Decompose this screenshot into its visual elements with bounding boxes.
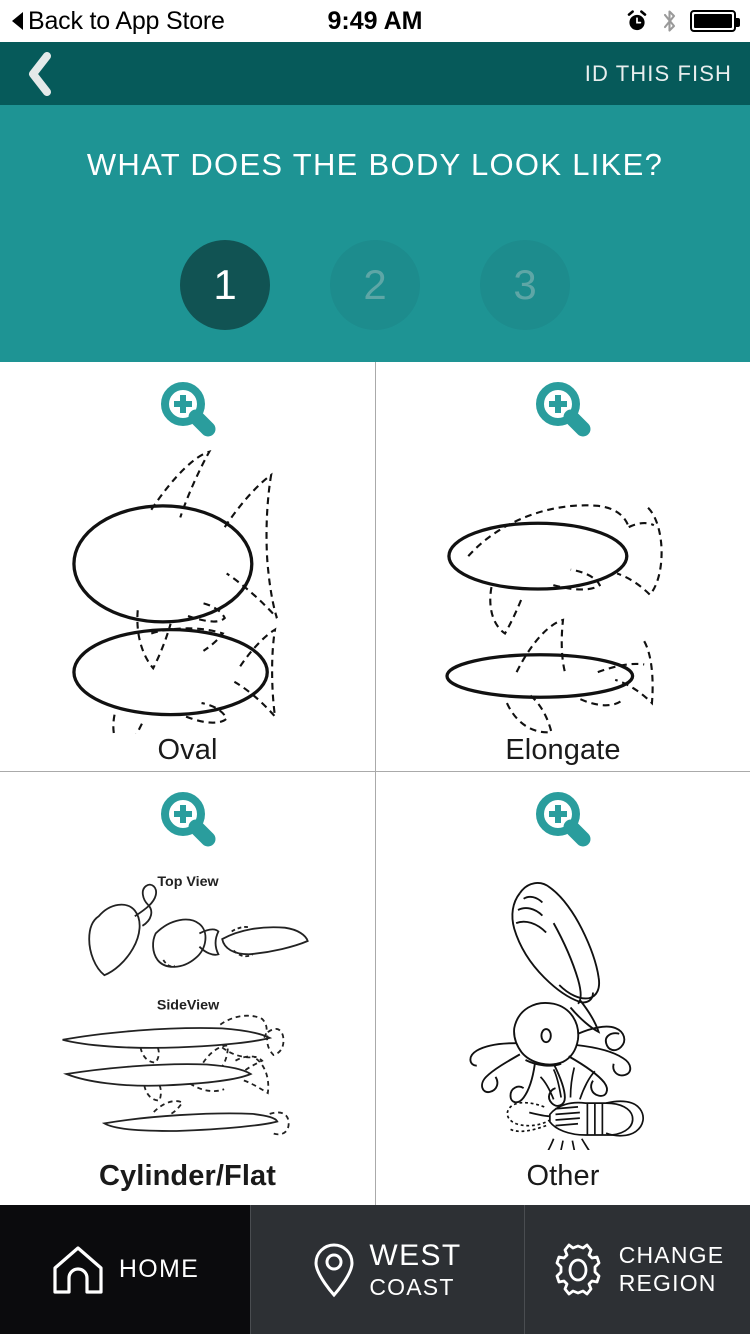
oval-body-illustration: [0, 444, 375, 734]
gear-icon: [555, 1243, 601, 1295]
elongate-body-illustration: [376, 444, 750, 734]
home-icon: [53, 1245, 103, 1294]
tab-bar: HOME WEST COAST CHANGE REGION: [0, 1205, 750, 1334]
tab-home-label: HOME: [118, 1255, 200, 1283]
option-grid: Oval Elongate Top View SideView Cylinder…: [0, 362, 750, 1205]
question-text: WHAT DOES THE BODY LOOK LIKE?: [86, 147, 664, 182]
back-button[interactable]: [14, 48, 66, 100]
other-illustration: [376, 854, 750, 1160]
view-label-side: SideView: [156, 997, 219, 1013]
tab-region[interactable]: WEST COAST: [250, 1205, 524, 1334]
step-3[interactable]: 3: [480, 240, 570, 330]
option-other[interactable]: Other: [376, 772, 750, 1205]
question-header: WHAT DOES THE BODY LOOK LIKE? 1 2 3: [0, 105, 750, 362]
page-title: ID THIS FISH: [584, 60, 732, 86]
tab-change-line2: REGION: [618, 1269, 717, 1296]
option-cylinder-flat[interactable]: Top View SideView Cylinder/Flat: [0, 772, 376, 1205]
option-label-cylinder-flat: Cylinder/Flat: [99, 1160, 276, 1192]
tab-change-labels: CHANGE REGION: [619, 1242, 725, 1296]
view-label-top: Top View: [157, 873, 219, 889]
tab-region-line2: COAST: [369, 1273, 455, 1300]
tab-change-region[interactable]: CHANGE REGION: [524, 1205, 750, 1334]
tab-change-line1: CHANGE: [618, 1242, 725, 1269]
magnifier-plus-icon[interactable]: [530, 378, 596, 444]
cylinder-flat-illustration: Top View SideView: [0, 854, 375, 1160]
step-indicator: 1 2 3: [0, 240, 750, 330]
map-pin-icon: [314, 1242, 354, 1297]
magnifier-plus-icon[interactable]: [155, 378, 221, 444]
alarm-clock-icon: [627, 10, 647, 31]
status-bar: Back to App Store 9:49 AM: [0, 0, 750, 42]
option-oval[interactable]: Oval: [0, 362, 376, 772]
tab-region-labels: WEST COAST: [369, 1238, 461, 1301]
step-1[interactable]: 1: [180, 240, 270, 330]
nav-bar: ID THIS FISH: [0, 42, 750, 105]
magnifier-plus-icon[interactable]: [155, 788, 221, 854]
step-2[interactable]: 2: [330, 240, 420, 330]
option-elongate[interactable]: Elongate: [376, 362, 750, 772]
status-indicators: [625, 8, 740, 34]
bluetooth-icon: [663, 10, 676, 32]
option-label-other: Other: [526, 1160, 600, 1192]
battery-full-icon: [690, 10, 740, 32]
magnifier-plus-icon[interactable]: [530, 788, 596, 854]
tab-region-line1: WEST: [369, 1239, 462, 1273]
tab-home[interactable]: HOME: [0, 1205, 250, 1334]
chevron-left-icon: [29, 51, 51, 96]
option-label-oval: Oval: [157, 734, 218, 766]
option-label-elongate: Elongate: [505, 734, 621, 766]
